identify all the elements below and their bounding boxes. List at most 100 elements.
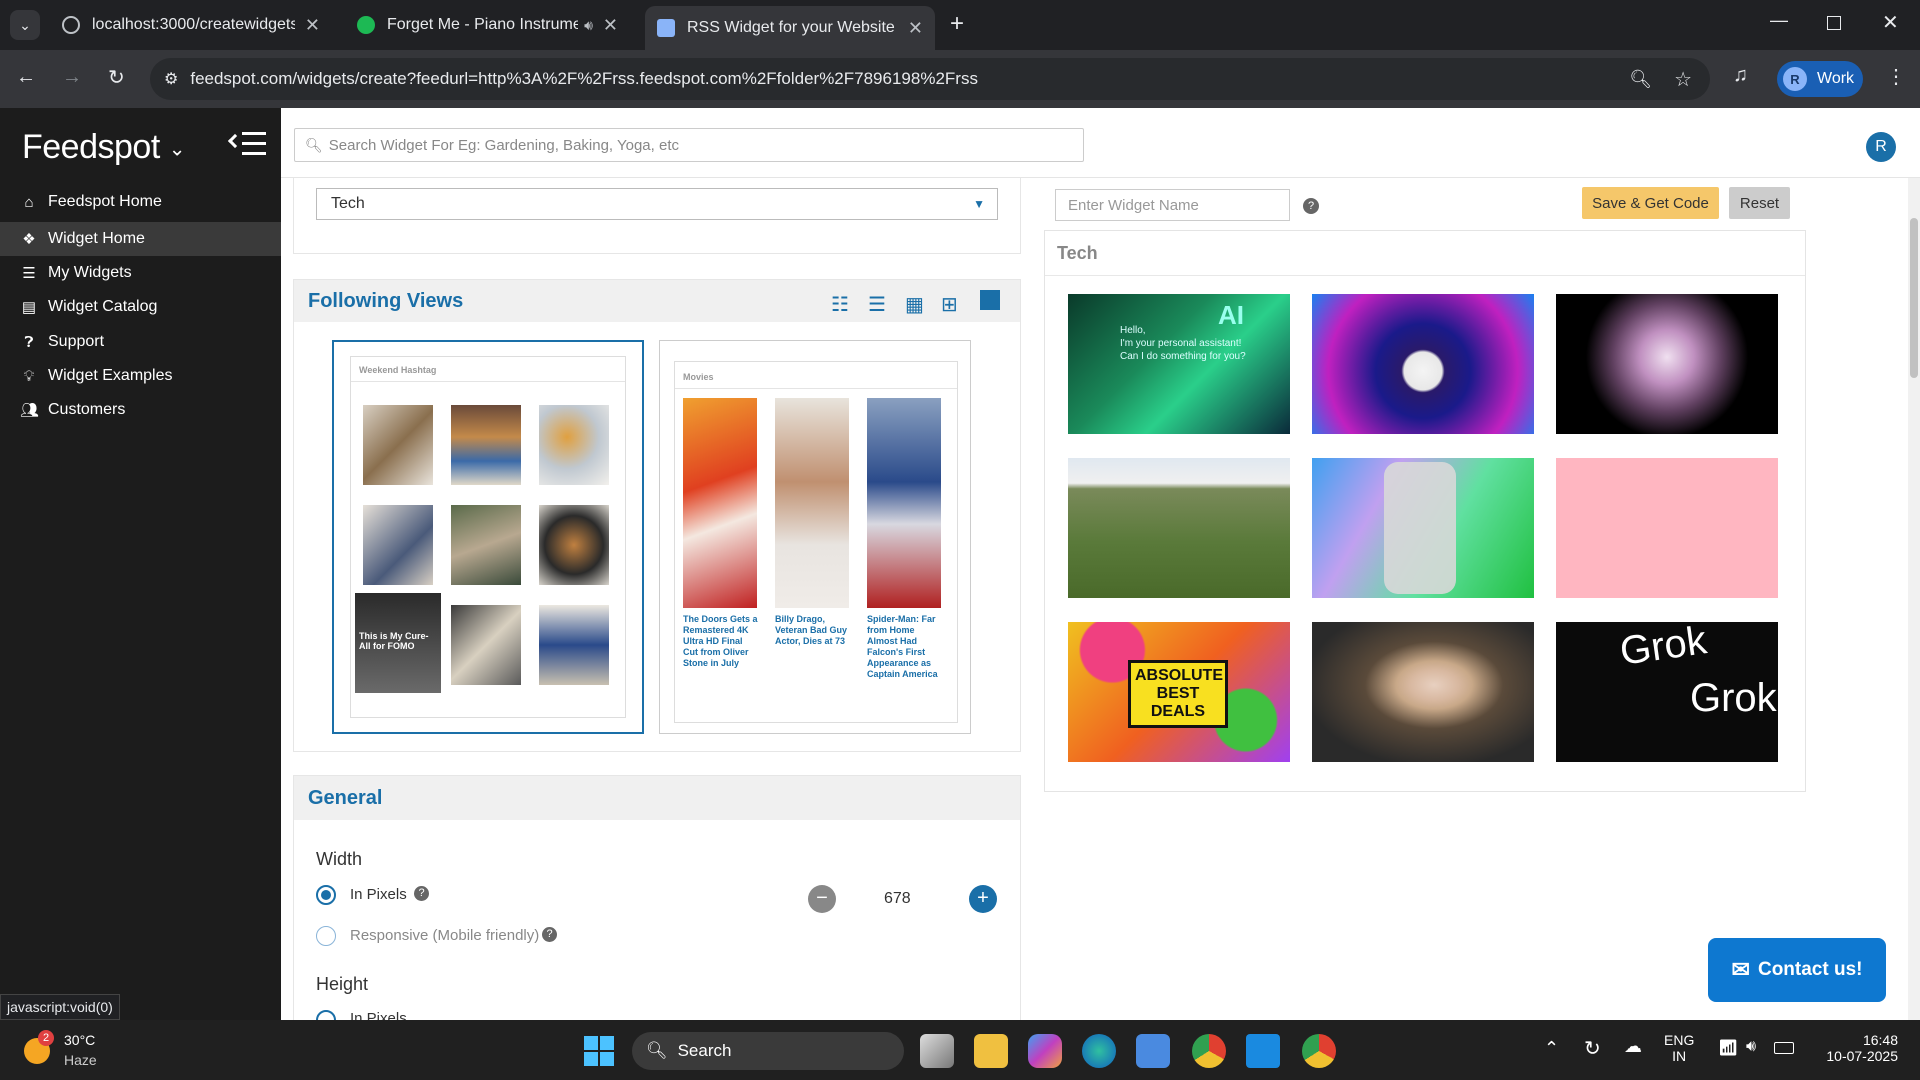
feedspot-logo[interactable]: Feedspot ⌄	[22, 128, 185, 167]
feed-image-pink-placeholder[interactable]	[1556, 458, 1778, 598]
preview-thumb	[539, 605, 609, 685]
catalog-icon: ▤	[21, 299, 37, 316]
sidebar-item-widget-examples[interactable]: 💡︎ Widget Examples	[0, 359, 281, 393]
view-preview-movies[interactable]: Movies The Doors Gets a Remastered 4K Ul…	[659, 340, 971, 734]
profile-button[interactable]: R Work	[1777, 61, 1863, 97]
section-title: Following Views	[308, 289, 464, 312]
width-value[interactable]: 678	[884, 890, 911, 908]
close-window-icon[interactable]: ✕	[1882, 10, 1899, 35]
chrome-icon[interactable]	[1302, 1034, 1336, 1068]
menu-toggle-icon[interactable]	[227, 130, 266, 158]
address-bar[interactable]: ⚙︎ feedspot.com/widgets/create?feedurl=h…	[150, 58, 1710, 100]
feed-image-brain-scan[interactable]	[1556, 294, 1778, 434]
tab-title: localhost:3000/createwidgets	[92, 16, 295, 33]
view-preview-weekend-hashtag[interactable]: Weekend Hashtag This is My Cure-All for …	[332, 340, 644, 734]
chrome-profile-icon[interactable]	[1192, 1034, 1226, 1068]
browser-tab-localhost[interactable]: localhost:3000/createwidgets ✕	[50, 8, 332, 42]
preview-heading: Movies	[683, 372, 714, 382]
following-views-panel: Following Views ☷ ☰ ▦ ⊞ Weekend Hashtag …	[293, 279, 1021, 752]
clock[interactable]: 16:48 10-07-2025	[1818, 1032, 1898, 1064]
language-indicator[interactable]: ENG IN	[1664, 1032, 1694, 1064]
battery-icon[interactable]	[1774, 1042, 1794, 1054]
browser-tab-feedspot[interactable]: RSS Widget for your Website | F ✕	[645, 6, 935, 50]
movie-caption[interactable]: The Doors Gets a Remastered 4K Ultra HD …	[683, 614, 759, 669]
folder-select[interactable]: Tech ▼	[316, 188, 998, 220]
close-tab-icon[interactable]: ✕	[305, 15, 320, 36]
close-tab-icon[interactable]: ✕	[908, 18, 923, 39]
menu-kebab-icon[interactable]: ⋮	[1886, 64, 1906, 89]
profile-label: Work	[1817, 70, 1855, 87]
bulb-icon: 💡︎	[23, 367, 35, 385]
edge-icon[interactable]	[1082, 1034, 1116, 1068]
weather-badge: 2	[38, 1030, 54, 1046]
file-explorer-icon[interactable]	[974, 1034, 1008, 1068]
minimize-icon[interactable]: —	[1770, 10, 1788, 31]
width-in-pixels-radio[interactable]	[316, 885, 336, 905]
sidebar-item-widget-home[interactable]: ❖ Widget Home	[0, 222, 281, 256]
view-compact-icon[interactable]: ☰	[868, 292, 886, 317]
volume-icon[interactable]: 🔊︎	[1746, 1038, 1756, 1056]
view-single-icon[interactable]	[980, 290, 1000, 310]
sync-icon[interactable]: ↻	[1584, 1036, 1601, 1061]
feed-image-best-deals[interactable]: ABSOLUTE BEST DEALS	[1068, 622, 1290, 762]
forward-icon[interactable]: →	[62, 66, 82, 89]
media-control-icon[interactable]: ♫	[1733, 64, 1748, 87]
sidebar-item-label: Widget Catalog	[48, 298, 158, 315]
vscode-icon[interactable]	[1246, 1034, 1280, 1068]
cloud-off-icon[interactable]: ☁	[1624, 1036, 1642, 1057]
page-scrollbar[interactable]	[1908, 178, 1920, 1020]
zoom-icon[interactable]: 🔍︎	[1629, 69, 1652, 90]
movie-caption[interactable]: Spider-Man: Far from Home Almost Had Fal…	[867, 614, 945, 680]
widget-name-input[interactable]: Enter Widget Name	[1055, 189, 1290, 221]
feed-image-mesh-router[interactable]	[1312, 458, 1534, 598]
width-increment-button[interactable]: +	[969, 885, 997, 913]
close-tab-icon[interactable]: ✕	[603, 15, 618, 36]
feed-image-senator[interactable]	[1312, 622, 1534, 762]
feed-image-grok[interactable]: Grok Grok	[1556, 622, 1778, 762]
view-grid-large-icon[interactable]: ▦	[905, 292, 924, 317]
back-icon[interactable]: ←	[16, 66, 36, 89]
sidebar-item-customers[interactable]: 👥︎ Customers	[0, 393, 281, 427]
sidebar-item-feedspot-home[interactable]: ⌂ Feedspot Home	[0, 185, 281, 219]
wifi-icon[interactable]: 📶︎	[1718, 1038, 1738, 1058]
taskbar-search[interactable]: 🔍︎ Search	[632, 1032, 904, 1070]
windows-start-icon[interactable]	[584, 1036, 614, 1066]
contact-us-button[interactable]: ✉ Contact us!	[1708, 938, 1886, 1002]
speaker-icon[interactable]: 🔊︎	[584, 17, 593, 34]
view-grid-icon[interactable]: ⊞	[941, 292, 958, 317]
save-get-code-button[interactable]: Save & Get Code	[1582, 187, 1719, 219]
reload-icon[interactable]: ↻	[108, 65, 125, 90]
tray-overflow-icon[interactable]: ⌃	[1544, 1038, 1559, 1059]
reset-button[interactable]: Reset	[1729, 187, 1790, 219]
search-widget-input[interactable]: 🔍︎ Search Widget For Eg: Gardening, Baki…	[294, 128, 1084, 162]
preview-thumb	[451, 405, 521, 485]
user-avatar[interactable]: R	[1866, 132, 1896, 162]
bookmark-star-icon[interactable]: ☆	[1674, 67, 1692, 92]
help-icon[interactable]: ?	[1303, 198, 1319, 214]
help-icon[interactable]: ?	[542, 927, 557, 942]
browser-tab-spotify[interactable]: Forget Me - Piano Instrume 🔊︎ ✕	[345, 8, 630, 42]
sidebar-item-my-widgets[interactable]: ☰ My Widgets	[0, 256, 281, 290]
windows-taskbar: 2 30°C Haze 🔍︎ Search ⌃ ↻ ☁ ENG IN 📶︎ 🔊︎…	[0, 1020, 1920, 1080]
sidebar-item-support[interactable]: ❓︎ Support	[0, 325, 281, 359]
store-icon[interactable]	[1136, 1034, 1170, 1068]
restore-icon[interactable]	[1827, 16, 1841, 30]
movie-caption[interactable]: Billy Drago, Veteran Bad Guy Actor, Dies…	[775, 614, 851, 647]
width-decrement-button[interactable]: −	[808, 885, 836, 913]
site-info-icon[interactable]: ⚙︎	[164, 69, 178, 89]
view-list-icon[interactable]: ☷	[831, 292, 849, 317]
new-tab-icon[interactable]: +	[950, 10, 964, 38]
sidebar-item-widget-catalog[interactable]: ▤ Widget Catalog	[0, 290, 281, 324]
feed-image-ai-assistant[interactable]: AI Hello, I'm your personal assistant! C…	[1068, 294, 1290, 434]
feed-image-polo-horses[interactable]	[1068, 458, 1290, 598]
tab-list-dropdown[interactable]: ⌄	[10, 10, 40, 40]
movie-poster	[775, 398, 849, 608]
feed-image-masked-crowd[interactable]	[1312, 294, 1534, 434]
movie-poster	[683, 398, 757, 608]
home-icon: ⌂	[24, 193, 34, 211]
help-icon[interactable]: ?	[414, 886, 429, 901]
weather-widget[interactable]: 2 30°C Haze	[20, 1030, 140, 1072]
copilot-icon[interactable]	[1028, 1034, 1062, 1068]
width-responsive-radio[interactable]	[316, 926, 336, 946]
task-view-icon[interactable]	[920, 1034, 954, 1068]
